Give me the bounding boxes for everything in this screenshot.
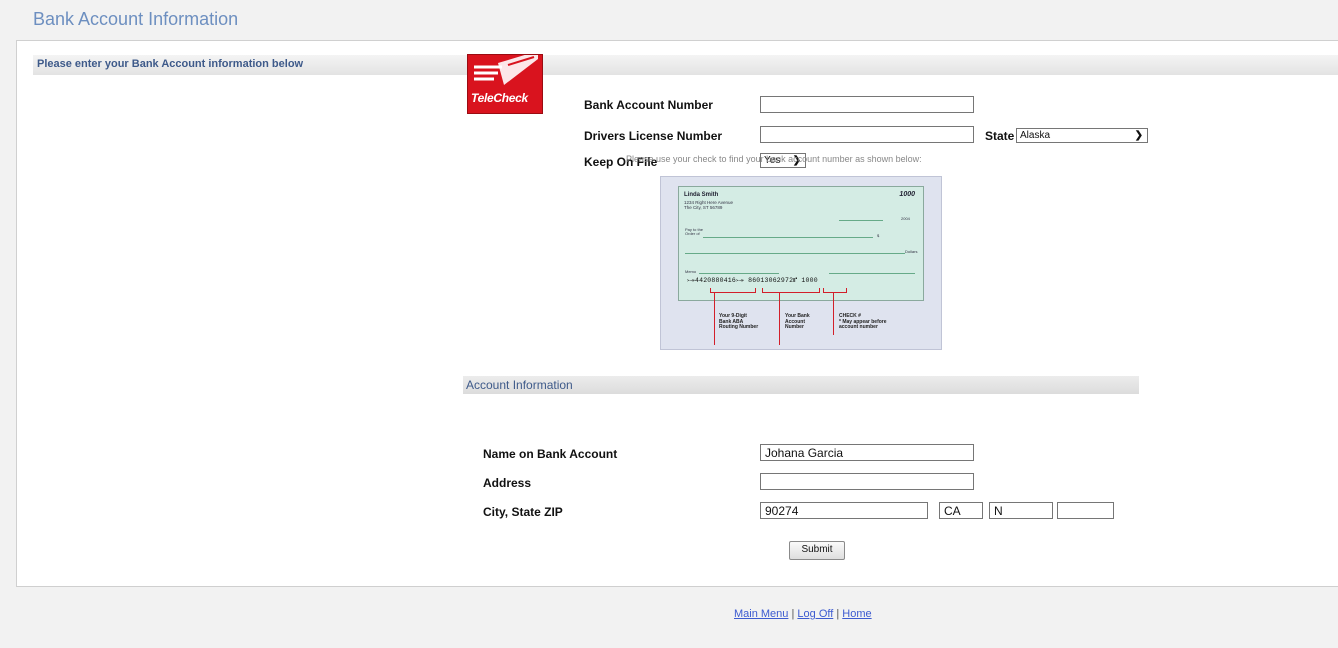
check-memo: Memo	[685, 269, 697, 274]
main-menu-link[interactable]: Main Menu	[734, 608, 788, 620]
check-illustration: Linda Smith 1234 Right Here Avenue The C…	[660, 176, 942, 350]
home-link[interactable]: Home	[842, 608, 871, 620]
state-label: State	[985, 129, 1015, 143]
check-date-year: 2004	[901, 216, 910, 221]
state-input[interactable]	[939, 502, 983, 519]
name-input[interactable]	[760, 444, 974, 461]
name-label: Name on Bank Account	[483, 447, 618, 461]
zip-input[interactable]	[989, 502, 1053, 519]
log-off-link[interactable]: Log Off	[797, 608, 833, 620]
check-dollar-sign: $	[877, 233, 880, 238]
footer-separator: |	[791, 608, 795, 620]
check-hint: Please use your check to find your bank …	[626, 154, 922, 164]
telecheck-logo: TeleCheck	[467, 54, 543, 114]
account-info-title: Account Information	[466, 378, 573, 392]
page-title: Bank Account Information	[33, 9, 239, 29]
footer-links: Main Menu | Log Off | Home	[734, 608, 872, 620]
address-label: Address	[483, 476, 532, 490]
state-select-value: Alaska	[1020, 130, 1051, 141]
check-order-of: Order of	[685, 231, 700, 236]
license-input[interactable]	[760, 126, 974, 143]
account-info-header: Account Information	[463, 376, 1139, 394]
check-name: Linda Smith	[684, 192, 719, 198]
section-title: Please enter your Bank Account informati…	[37, 58, 304, 70]
city-input[interactable]	[760, 502, 928, 519]
caption-routing: Your 9-Digit Bank ABA Routing Number	[719, 313, 759, 330]
account-number-label: Bank Account Number	[584, 98, 713, 112]
submit-button[interactable]: Submit	[789, 541, 845, 560]
logo-text: TeleCheck	[471, 91, 528, 105]
state-select[interactable]: Alaska ❯	[1016, 128, 1148, 143]
city-state-zip-label: City, State ZIP	[483, 505, 563, 519]
footer-separator: |	[836, 608, 840, 620]
caption-check-number: CHECK # * May appear before account numb…	[839, 313, 887, 330]
account-number-input[interactable]	[760, 96, 974, 113]
check-micr-line: ⤐4420880416⤐ 86013062972⑈ 1000	[687, 277, 818, 284]
zip-ext-input[interactable]	[1057, 502, 1114, 519]
check-dollars: Dollars	[905, 249, 918, 254]
section-header: Please enter your Bank Account informati…	[33, 55, 1338, 75]
chevron-down-icon: ❯	[1134, 130, 1143, 141]
caption-account: Your Bank Account Number	[785, 313, 810, 330]
address-input[interactable]	[760, 473, 974, 490]
check-address-line2: The City, ST 56789	[684, 205, 723, 210]
license-label: Drivers License Number	[584, 129, 723, 143]
sample-check: Linda Smith 1234 Right Here Avenue The C…	[678, 186, 924, 301]
check-number: 1000	[899, 191, 915, 198]
